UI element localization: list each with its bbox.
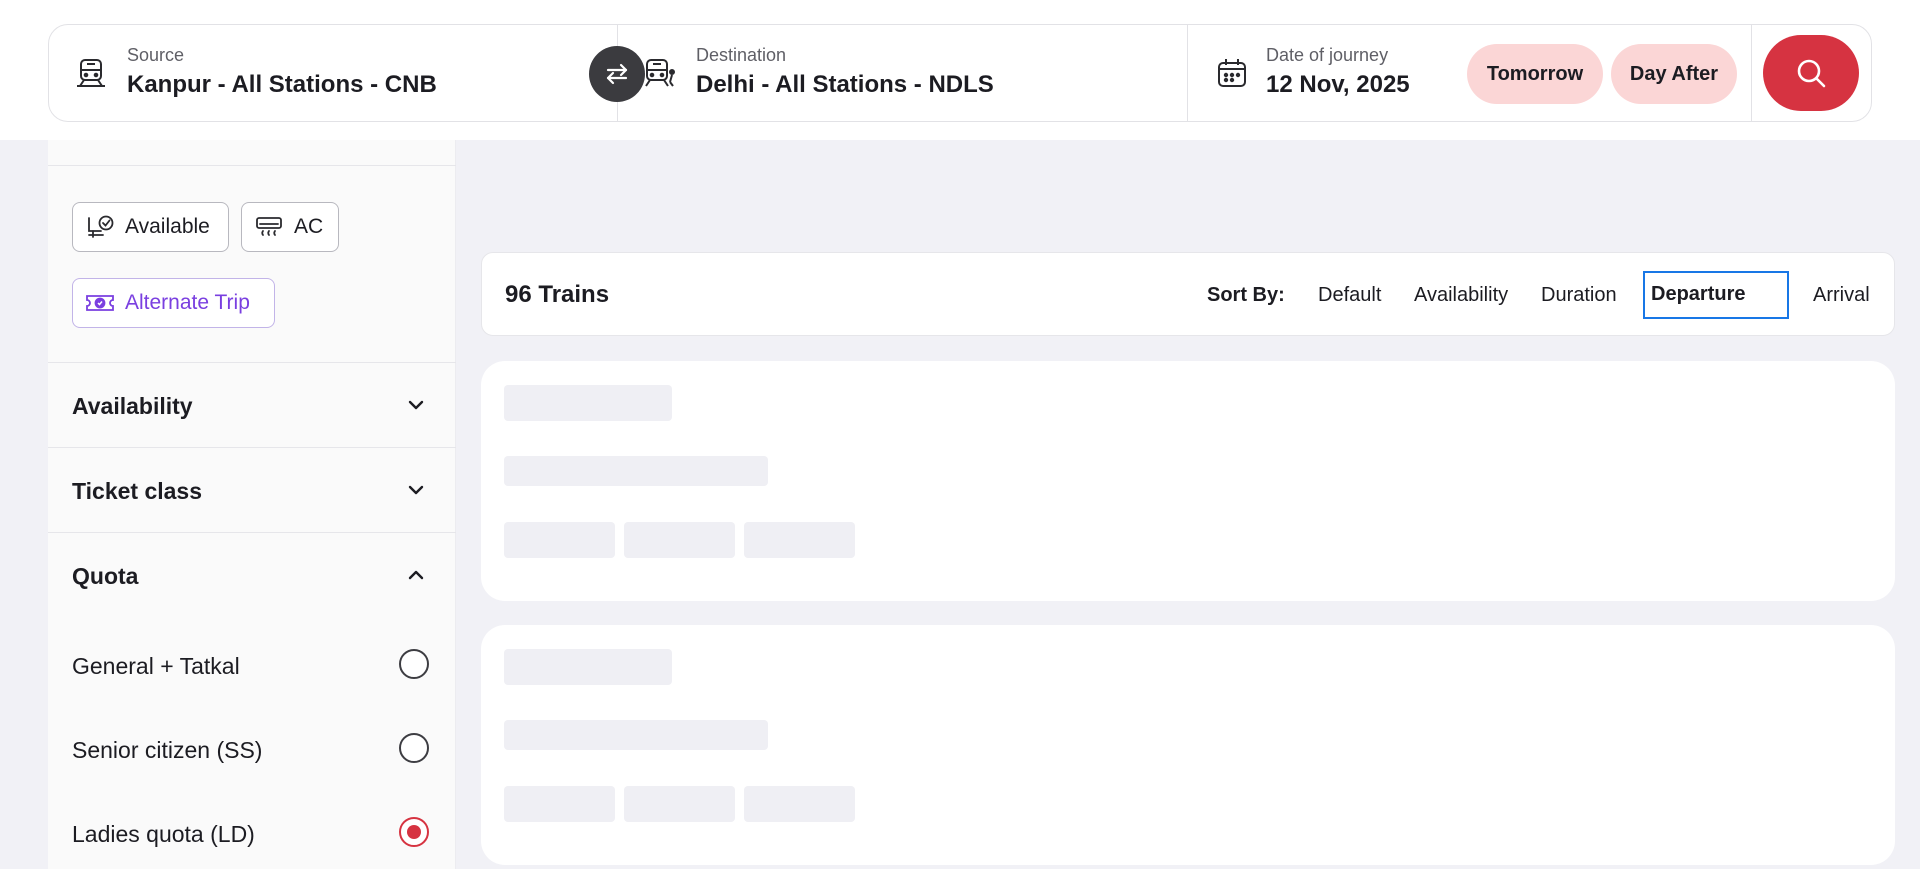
skeleton-bar [744, 786, 855, 822]
source-value[interactable]: Kanpur - All Stations - CNB [127, 71, 437, 99]
day-after-button[interactable]: Day After [1611, 44, 1737, 104]
filter-alternate-trip-label: Alternate Trip [125, 291, 250, 314]
quota-option-label: Senior citizen (SS) [72, 737, 263, 763]
skeleton-bar [504, 649, 672, 685]
filter-sidebar: Available AC Alternate Trip Availability… [48, 140, 456, 869]
sort-default-button[interactable]: Default [1318, 284, 1381, 307]
destination-value[interactable]: Delhi - All Stations - NDLS [696, 71, 994, 99]
train-count: 96 Trains [505, 281, 610, 308]
ticket-class-section[interactable]: Ticket class [48, 447, 456, 533]
skeleton-bar [504, 720, 768, 750]
skeleton-bar [504, 522, 615, 558]
swap-button[interactable] [589, 46, 645, 102]
sort-arrival-button[interactable]: Arrival [1813, 284, 1870, 307]
results-header: 96 Trains Sort By: Default Availability … [481, 252, 1895, 336]
date-label: Date of journey [1266, 45, 1389, 65]
date-value[interactable]: 12 Nov, 2025 [1266, 71, 1410, 99]
train-arrive-icon [645, 59, 675, 87]
quota-option-senior-citizen[interactable]: Senior citizen (SS) [72, 729, 432, 769]
ac-icon [256, 217, 282, 236]
train-card-skeleton [481, 625, 1895, 865]
quota-radio[interactable] [399, 649, 429, 679]
sort-by-label: Sort By: [1207, 284, 1285, 306]
skeleton-bar [624, 786, 735, 822]
chevron-down-icon [408, 485, 424, 495]
seat-check-icon [88, 215, 114, 238]
quota-section: Quota General + Tatkal Senior citizen (S… [48, 532, 456, 869]
search-card: Source Kanpur - All Stations - CNB Desti… [48, 24, 1872, 122]
search-header: Source Kanpur - All Stations - CNB Desti… [0, 0, 1920, 140]
calendar-icon [1218, 59, 1246, 87]
quota-option-general-tatkal[interactable]: General + Tatkal [72, 645, 432, 685]
sidebar-divider [48, 165, 456, 166]
filter-ac-button[interactable]: AC [241, 202, 339, 252]
skeleton-bar [744, 522, 855, 558]
availability-section[interactable]: Availability [48, 362, 456, 448]
search-icon [1797, 59, 1826, 88]
tomorrow-button[interactable]: Tomorrow [1467, 44, 1603, 104]
ticket-icon [86, 295, 114, 311]
filter-available-button[interactable]: Available [72, 202, 229, 252]
skeleton-bar [504, 456, 768, 486]
filter-ac-label: AC [294, 215, 324, 238]
ticket-class-section-title: Ticket class [72, 478, 203, 504]
search-divider [1751, 25, 1752, 121]
skeleton-bar [504, 385, 672, 421]
quota-option-label: Ladies quota (LD) [72, 821, 255, 847]
skeleton-bar [504, 786, 615, 822]
chevron-down-icon [408, 400, 424, 410]
sort-duration-button[interactable]: Duration [1541, 284, 1617, 307]
availability-section-title: Availability [72, 393, 193, 419]
filter-alternate-trip-button[interactable]: Alternate Trip [72, 278, 275, 328]
sort-availability-button[interactable]: Availability [1414, 284, 1508, 307]
filter-available-label: Available [125, 215, 210, 238]
quota-option-ladies[interactable]: Ladies quota (LD) [72, 813, 432, 853]
source-label: Source [127, 45, 185, 65]
destination-field[interactable]: Destination Delhi - All Stations - NDLS [617, 25, 1187, 121]
source-field[interactable]: Source Kanpur - All Stations - CNB [49, 25, 617, 121]
destination-label: Destination [696, 45, 787, 65]
quota-radio[interactable] [399, 733, 429, 763]
swap-arrows-icon [606, 63, 628, 85]
quota-option-label: General + Tatkal [72, 653, 240, 679]
sort-departure-button[interactable]: Departure [1643, 271, 1789, 319]
chevron-up-icon[interactable] [404, 563, 428, 587]
skeleton-bar [624, 522, 735, 558]
train-icon [77, 59, 105, 87]
search-button[interactable] [1763, 35, 1859, 111]
train-card-skeleton [481, 361, 1895, 601]
quota-radio-selected[interactable] [399, 817, 429, 847]
quota-section-title[interactable]: Quota [72, 563, 138, 590]
